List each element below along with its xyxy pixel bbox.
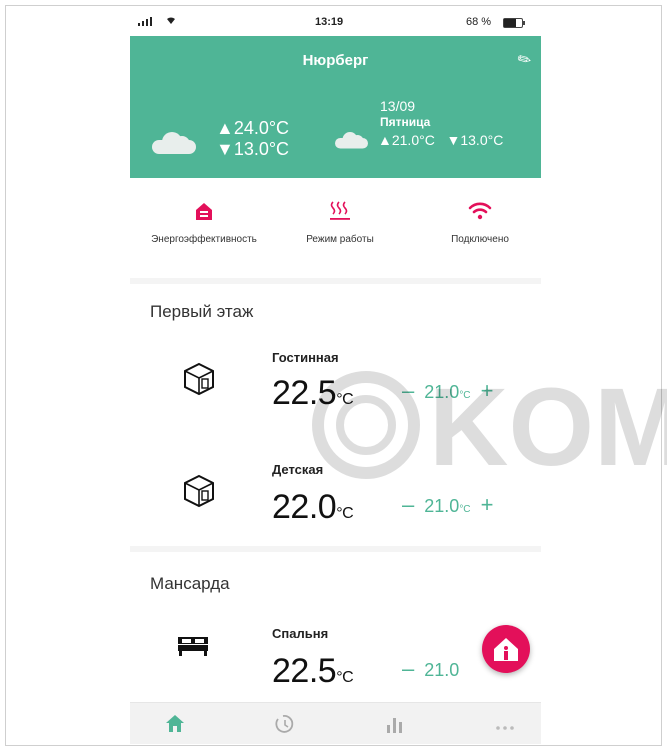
weather-header: Нюрберг ✎ ▲24.0°C ▼13.0°C 13/09 Пятница … — [130, 36, 541, 178]
decrease-button[interactable]: – — [402, 378, 414, 403]
home-info-icon — [494, 638, 518, 661]
operating-mode-label: Режим работы — [306, 234, 374, 245]
bar-chart-icon — [387, 718, 402, 733]
increase-button[interactable]: + — [481, 378, 494, 403]
more-icon — [496, 726, 514, 730]
room-temperature: 22.5°C — [272, 652, 354, 690]
battery-icon — [503, 18, 525, 28]
forecast-day: Пятница — [380, 115, 431, 129]
setpoint-value: 21.0 — [424, 496, 460, 516]
current-high-temp: ▲24.0°C — [216, 118, 290, 138]
zone-first-floor: Первый этаж Гостинная 22.5°C – 21.0°C + … — [130, 284, 541, 546]
energy-efficiency-label: Энергоэффективность — [151, 234, 257, 245]
nav-more[interactable] — [494, 719, 516, 737]
forecast-low-temp: ▼13.0°C — [446, 132, 504, 148]
status-bar: 13:19 68 % — [130, 12, 541, 36]
room-cube-icon — [182, 362, 216, 401]
setpoint-value: 21.0 — [424, 382, 460, 402]
status-time: 13:19 — [315, 16, 344, 28]
zone-title: Первый этаж — [150, 302, 254, 321]
bed-icon — [176, 634, 210, 663]
house-icon — [196, 203, 212, 220]
setpoint-control: – 21.0°C + — [402, 492, 494, 517]
phone-screen: 13:19 68 % Нюрберг ✎ ▲24.0°C ▼13.0°C 13/… — [130, 12, 541, 744]
current-low-temp: ▼13.0°C — [216, 139, 290, 159]
room-cube-icon — [182, 474, 216, 513]
setpoint-value: 21.0 — [424, 660, 460, 680]
battery-percent: 68 % — [466, 16, 492, 28]
room-name: Гостинная — [272, 350, 339, 365]
clock-icon — [275, 715, 294, 733]
zone-attic: Мансарда Спальня 22.5°C – 21.0 — [130, 552, 541, 702]
setpoint-control: – 21.0°C + — [402, 378, 494, 403]
nav-home[interactable] — [164, 713, 186, 738]
bottom-nav — [130, 702, 541, 744]
nav-stats[interactable] — [384, 713, 406, 740]
decrease-button[interactable]: – — [402, 656, 414, 681]
room-name: Спальня — [272, 626, 329, 641]
city-name: Нюрберг — [302, 52, 369, 69]
room-temperature: 22.0°C — [272, 488, 354, 526]
wifi-status-icon — [165, 14, 177, 28]
cloud-icon — [152, 132, 196, 154]
zone-title: Мансарда — [150, 574, 230, 593]
connection-item[interactable]: Подключено — [430, 200, 530, 245]
forecast-date: 13/09 — [380, 98, 416, 114]
operating-mode-item[interactable]: Режим работы — [290, 200, 390, 245]
increase-button[interactable]: + — [481, 492, 494, 517]
setpoint-control: – 21.0 — [402, 656, 459, 682]
signal-icon — [138, 17, 152, 26]
decrease-button[interactable]: – — [402, 492, 414, 517]
energy-efficiency-item[interactable]: Энергоэффективность — [134, 200, 274, 245]
room-name: Детская — [272, 462, 324, 477]
wifi-icon — [468, 202, 492, 220]
system-status-row: Энергоэффективность Режим работы Подключ… — [130, 178, 541, 278]
forecast-temps: ▲21.0°C ▼13.0°C — [378, 132, 503, 148]
home-icon — [166, 715, 184, 732]
home-info-button[interactable] — [482, 625, 530, 673]
room-temperature: 22.5°C — [272, 374, 354, 412]
nav-schedule[interactable] — [274, 713, 296, 740]
forecast-cloud-icon — [335, 132, 368, 149]
connection-label: Подключено — [451, 234, 509, 245]
heat-waves-icon — [330, 201, 350, 220]
forecast-high-temp: ▲21.0°C — [378, 132, 435, 148]
